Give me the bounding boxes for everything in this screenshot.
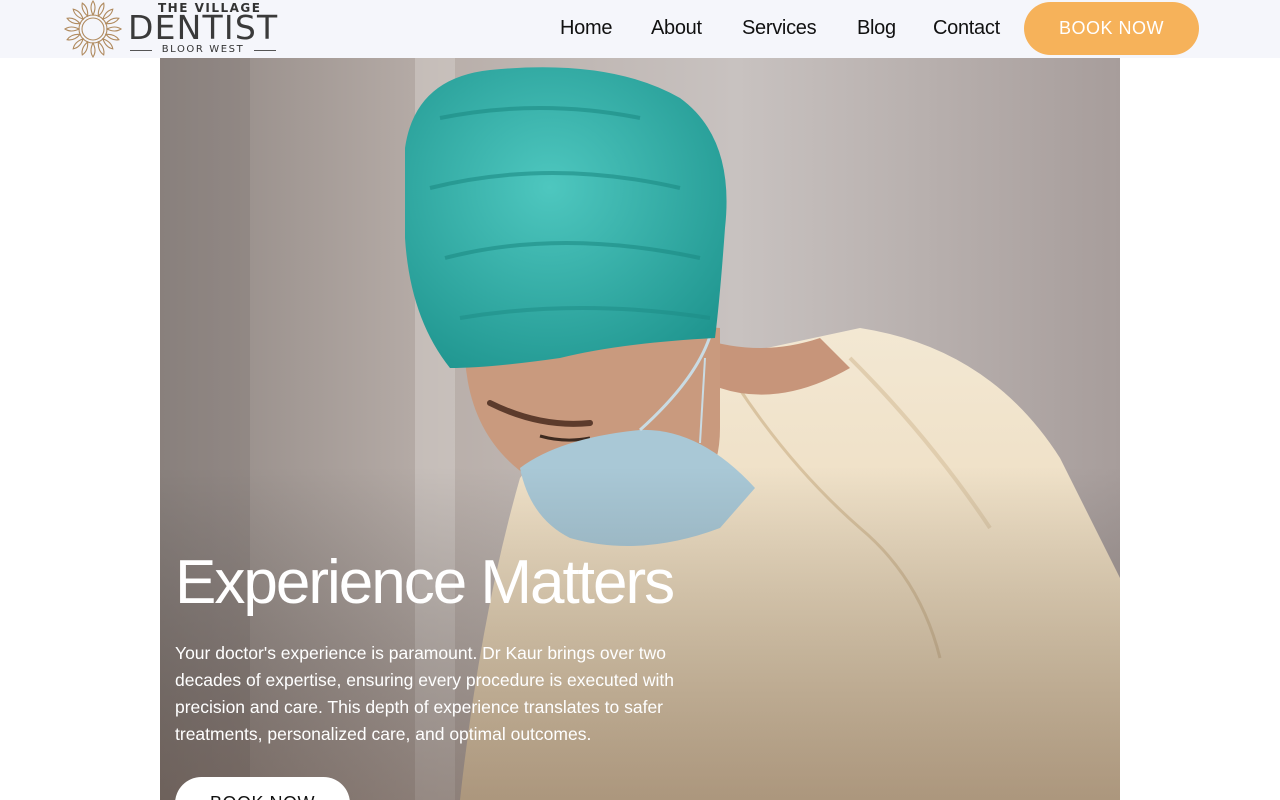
nav-item-services[interactable]: Services [742,17,817,40]
nav-item-contact[interactable]: Contact [933,17,1000,40]
header-book-now-button[interactable]: BOOK NOW [1024,2,1199,55]
hero-title: Experience Matters [175,548,675,617]
nav-item-home[interactable]: Home [560,17,612,40]
logo-subtitle: BLOOR WEST [130,44,276,56]
site-logo[interactable]: THE VILLAGE DENTIST BLOOR WEST [62,0,277,58]
logo-main-text: DENTIST [128,8,279,47]
logo-divider-left [130,50,152,51]
logo-divider-right [254,50,276,51]
nav-item-about[interactable]: About [651,17,702,40]
hero-book-now-button[interactable]: BOOK NOW [175,777,350,800]
site-header: THE VILLAGE DENTIST BLOOR WEST Home Abou… [0,0,1280,58]
nav-item-blog[interactable]: Blog [857,17,896,40]
hero-description: Your doctor's experience is paramount. D… [175,643,675,744]
logo-sub-text: BLOOR WEST [161,44,245,55]
sunburst-logo-icon [64,0,122,58]
hero-section: Experience Matters Your doctor's experie… [160,58,1120,800]
